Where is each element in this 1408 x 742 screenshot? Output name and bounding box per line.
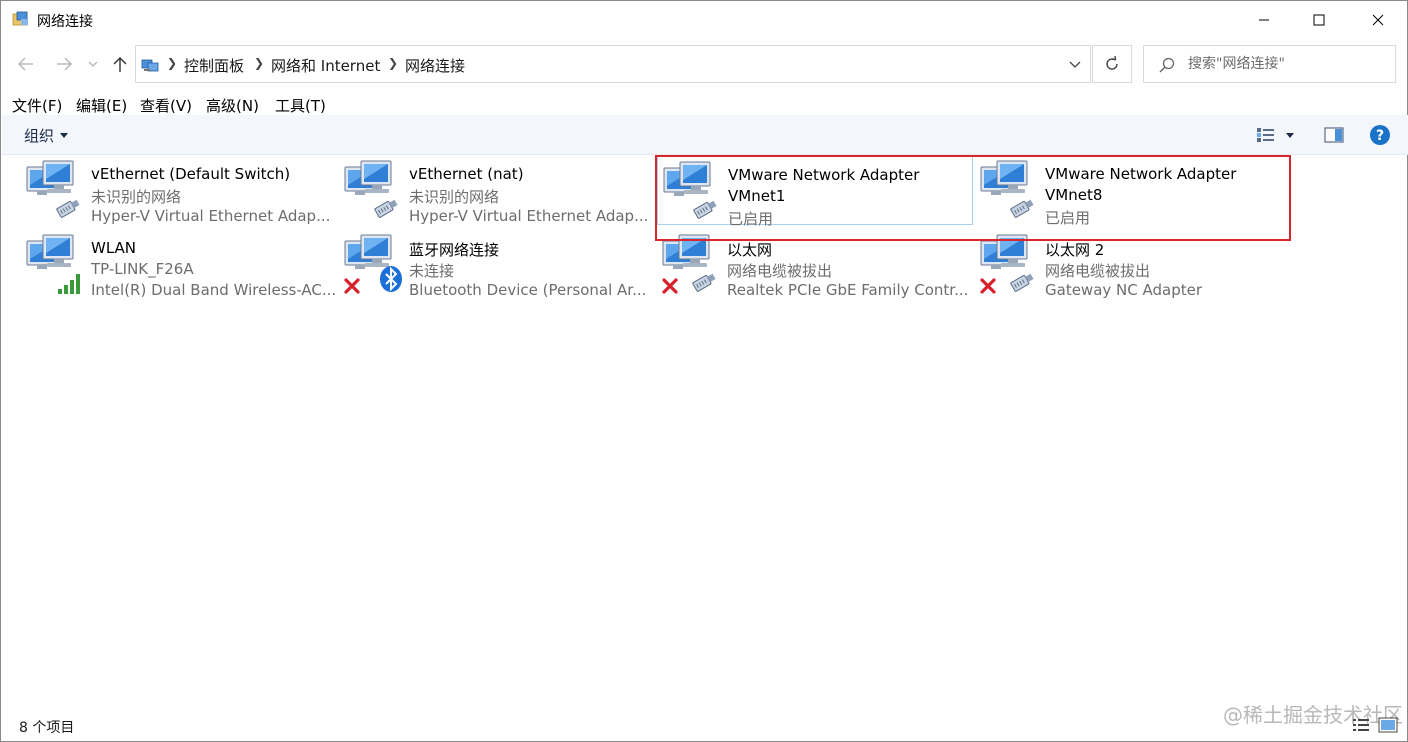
connection-name: 以太网 2: [1045, 241, 1105, 259]
preview-pane-button[interactable]: [1322, 124, 1346, 146]
details-view-toggle-icon[interactable]: [1352, 717, 1370, 737]
connection-tile[interactable]: WLAN TP-LINK_F26A Intel(R) Dual Band Wirel…: [21, 229, 337, 299]
forward-button[interactable]: [53, 51, 75, 77]
arrow-right-icon: [57, 57, 72, 71]
minimize-icon: [1259, 19, 1269, 21]
preview-pane-icon: [1324, 127, 1344, 143]
error-x-icon: [979, 277, 997, 299]
connection-device: Intel(R) Dual Band Wireless-AC...: [91, 281, 337, 299]
up-button[interactable]: [109, 51, 131, 77]
menu-file[interactable]: 文件(F): [12, 95, 62, 116]
connection-status: TP-LINK_F26A: [91, 260, 194, 278]
breadcrumb-control-panel[interactable]: 控制面板: [184, 55, 244, 76]
search-input[interactable]: [1188, 54, 1388, 74]
help-button[interactable]: ?: [1368, 124, 1392, 146]
breadcrumb-separator[interactable]: ❯: [388, 56, 398, 70]
connection-device: Hyper-V Virtual Ethernet Adap...: [91, 207, 331, 225]
menu-advanced[interactable]: 高级(N): [206, 95, 259, 116]
connection-name: WLAN: [91, 239, 137, 257]
connection-device: Realtek PCIe GbE Family Contr...: [727, 281, 969, 299]
chevron-down-icon: [1069, 61, 1081, 68]
menu-view[interactable]: 查看(V): [140, 95, 192, 116]
chevron-down-icon: [88, 61, 98, 67]
window-title: 网络连接: [37, 14, 93, 30]
connection-device: Bluetooth Device (Personal Ar...: [409, 281, 647, 299]
details-view-icon: [1257, 128, 1274, 142]
status-view-toggles: [1352, 717, 1398, 737]
breadcrumb-separator[interactable]: ❯: [254, 56, 264, 70]
maximize-button[interactable]: [1296, 1, 1342, 39]
address-bar[interactable]: ❯ 控制面板 ❯ 网络和 Internet ❯ 网络连接: [135, 45, 1091, 83]
refresh-button[interactable]: [1092, 45, 1132, 83]
close-button[interactable]: [1355, 1, 1401, 39]
maximize-icon: [1313, 14, 1325, 26]
large-icons-toggle-icon[interactable]: [1378, 717, 1398, 737]
connection-device: Hyper-V Virtual Ethernet Adap...: [409, 207, 649, 225]
title-bar: 网络连接: [1, 1, 1407, 39]
connection-status: 未连接: [409, 262, 455, 280]
connection-status: 网络电缆被拔出: [727, 262, 833, 280]
change-view-button[interactable]: [1254, 124, 1278, 146]
connection-tile[interactable]: vEthernet (Default Switch) 未识别的网络 Hyper-V …: [21, 155, 337, 225]
close-icon: [1372, 14, 1384, 26]
cable-icon: [689, 269, 719, 297]
caret-down-icon: [1286, 132, 1294, 138]
view-options-dropdown[interactable]: [1282, 124, 1298, 146]
connection-tile[interactable]: 蓝牙网络连接 未连接 Bluetooth Device (Personal Ar..…: [339, 229, 655, 299]
menu-bar: 文件(F) 编辑(E) 查看(V) 高级(N) 工具(T): [1, 91, 1407, 115]
organize-label: 组织: [24, 127, 55, 145]
cable-icon: [53, 195, 83, 223]
error-x-icon: [661, 277, 679, 299]
back-button[interactable]: [15, 51, 37, 77]
minimize-button[interactable]: [1241, 1, 1287, 39]
bluetooth-icon: [379, 265, 403, 297]
connection-name: 蓝牙网络连接: [409, 241, 500, 259]
recent-locations-button[interactable]: [85, 51, 101, 77]
breadcrumb-separator[interactable]: ❯: [167, 56, 177, 70]
cable-icon: [1007, 269, 1037, 297]
svg-text:?: ?: [1376, 128, 1384, 144]
cable-icon: [371, 195, 401, 223]
error-x-icon: [343, 277, 361, 299]
connection-name: vEthernet (nat): [409, 165, 524, 183]
menu-edit[interactable]: 编辑(E): [76, 95, 127, 116]
organize-button[interactable]: 组织: [24, 125, 69, 146]
wifi-signal-icon: [57, 273, 83, 299]
search-icon: [1159, 57, 1175, 77]
highlight-annotation: [655, 155, 1291, 241]
menu-tools[interactable]: 工具(T): [275, 95, 326, 116]
command-bar: 组织 ?: [2, 115, 1408, 155]
explorer-window: 网络连接 ❯ 控制面板 ❯ 网络和 Internet ❯ 网络连接 搜索"网络连…: [0, 0, 1408, 742]
network-folder-icon: [12, 11, 30, 27]
status-item-count: 8 个项目: [19, 720, 75, 736]
connection-tile[interactable]: vEthernet (nat) 未识别的网络 Hyper-V Virtual Eth…: [339, 155, 655, 225]
breadcrumb-network-internet[interactable]: 网络和 Internet: [271, 55, 380, 76]
network-connections-icon: [141, 57, 159, 73]
breadcrumb-network-connections[interactable]: 网络连接: [405, 55, 465, 76]
search-box[interactable]: [1143, 45, 1396, 83]
connection-name: vEthernet (Default Switch): [91, 165, 291, 183]
refresh-icon: [1106, 56, 1118, 70]
connection-status: 网络电缆被拔出: [1045, 262, 1151, 280]
address-dropdown-button[interactable]: [1065, 56, 1085, 74]
connection-status: 未识别的网络: [409, 188, 500, 206]
connection-name: 以太网: [727, 241, 773, 259]
connection-device: Gateway NC Adapter: [1045, 281, 1203, 299]
connection-status: 未识别的网络: [91, 188, 182, 206]
arrow-up-icon: [113, 57, 127, 72]
help-icon: ?: [1370, 125, 1390, 145]
caret-down-icon: [60, 133, 69, 138]
arrow-left-icon: [18, 57, 33, 71]
